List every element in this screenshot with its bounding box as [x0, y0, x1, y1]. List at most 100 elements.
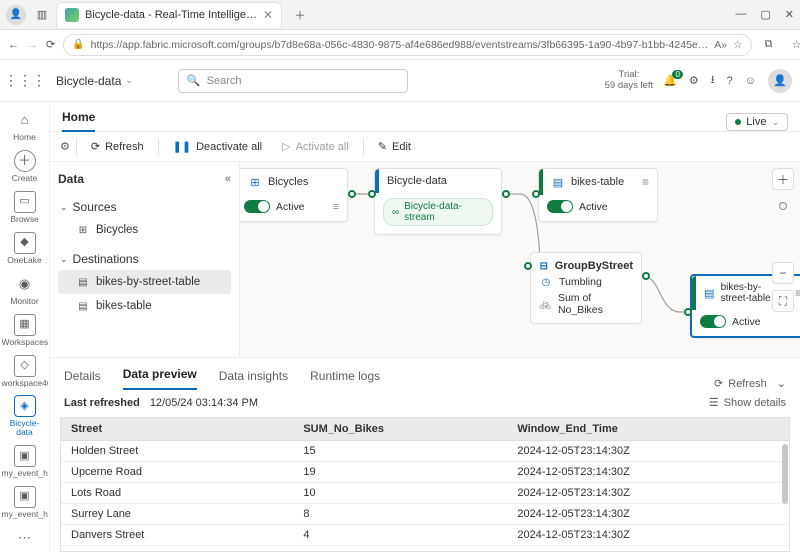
minimize-icon[interactable]: —: [735, 8, 746, 21]
app-launcher-icon[interactable]: ⋮⋮⋮: [0, 60, 50, 102]
tree-item[interactable]: ⊞Bicycles: [58, 218, 231, 242]
address-bar[interactable]: 🔒 https://app.fabric.microsoft.com/group…: [63, 34, 751, 56]
live-dot-icon: [735, 119, 741, 125]
canvas[interactable]: ⊞Bicycles Active≡ Bicycle-data ∞Bicycle-…: [240, 162, 800, 357]
table-row[interactable]: Drayton Gardens152024-12-05T23:14:30Z: [61, 546, 789, 552]
live-indicator[interactable]: Live ⌄: [726, 113, 788, 131]
table-row[interactable]: Holden Street152024-12-05T23:14:30Z: [61, 441, 789, 462]
input-port[interactable]: [524, 262, 532, 270]
fit-view-button[interactable]: ⛶: [772, 290, 794, 312]
table-cell: 2024-12-05T23:14:30Z: [507, 462, 789, 483]
destinations-section[interactable]: ⌄Destinations: [58, 248, 231, 270]
zoom-handle[interactable]: [779, 202, 787, 210]
column-header[interactable]: SUM_No_Bikes: [293, 418, 507, 441]
toggle-active[interactable]: [244, 200, 270, 213]
rail-label: Home: [13, 133, 36, 142]
zoom-in-button[interactable]: ＋: [772, 168, 794, 190]
tab-data-insights[interactable]: Data insights: [219, 369, 288, 390]
search-input[interactable]: 🔍 Search: [178, 69, 408, 93]
output-port[interactable]: [348, 190, 356, 198]
browser-profile-icon[interactable]: 👤: [6, 5, 26, 25]
reload-button[interactable]: ⟳: [46, 34, 55, 56]
tab-details[interactable]: Details: [64, 369, 101, 390]
tab-data-preview[interactable]: Data preview: [123, 367, 197, 390]
collapse-panel-icon[interactable]: «: [225, 173, 231, 185]
browser-tab[interactable]: Bicycle-data - Real-Time Intellige… ✕: [56, 2, 282, 28]
column-header[interactable]: Window_End_Time: [507, 418, 789, 441]
table-row[interactable]: Lots Road102024-12-05T23:14:30Z: [61, 483, 789, 504]
rail-item[interactable]: ◆OneLake: [1, 229, 49, 268]
refresh-preview-button[interactable]: ⟳Refresh: [714, 377, 767, 390]
show-details-button[interactable]: ☰Show details: [709, 396, 786, 409]
close-window-icon[interactable]: ✕: [785, 8, 794, 21]
favorite-icon[interactable]: ☆: [733, 39, 742, 51]
table-icon: ▤: [704, 286, 715, 300]
tree-item[interactable]: ▤bikes-by-street-table: [58, 270, 231, 294]
toggle-active[interactable]: [700, 315, 726, 328]
node-groupbystreet[interactable]: ⊟GroupByStreet ◷Tumbling 🚲Sum of No_Bike…: [530, 252, 642, 324]
toggle-active[interactable]: [547, 200, 573, 213]
aggregate-icon: 🚲: [539, 299, 552, 310]
rail-item[interactable]: ◉Monitor: [1, 270, 49, 309]
rail-item[interactable]: ◇workspace46443334: [1, 352, 49, 391]
account-avatar[interactable]: 👤: [768, 69, 792, 93]
data-panel: Data « ⌄Sources ⊞Bicycles ⌄Destinations …: [50, 162, 240, 357]
app-header: ⋮⋮⋮ Bicycle-data ⌄ 🔍 Search Trial: 59 da…: [0, 60, 800, 102]
deactivate-all-button[interactable]: ❚❚Deactivate all: [165, 137, 270, 156]
rail-item[interactable]: ▭Browse: [1, 188, 49, 227]
output-port[interactable]: [642, 272, 650, 280]
workspaces-icon[interactable]: ▥: [34, 7, 50, 23]
column-header[interactable]: Street: [61, 418, 293, 441]
sources-section[interactable]: ⌄Sources: [58, 196, 231, 218]
download-icon[interactable]: ⭳: [711, 71, 715, 90]
input-port[interactable]: [532, 190, 540, 198]
node-bikes-table[interactable]: ▤bikes-table≡ Active: [538, 168, 658, 222]
table-row[interactable]: Upcerne Road192024-12-05T23:14:30Z: [61, 462, 789, 483]
rail-item[interactable]: ▣my_event_house: [1, 483, 49, 522]
edit-button[interactable]: ✎Edit: [370, 137, 419, 156]
rail-icon: ⋯: [14, 527, 36, 549]
input-port[interactable]: [684, 308, 692, 316]
new-tab-button[interactable]: ＋: [288, 3, 312, 27]
forward-button[interactable]: →: [27, 34, 38, 56]
expand-panel-icon[interactable]: ⌄: [777, 377, 786, 390]
table-cell: Holden Street: [61, 441, 293, 462]
rail-item[interactable]: ＋Create: [1, 147, 49, 186]
read-aloud-icon[interactable]: A»: [714, 39, 727, 51]
tab-home[interactable]: Home: [62, 110, 95, 132]
stream-pill[interactable]: ∞Bicycle-data-stream: [383, 198, 493, 226]
favorites-icon[interactable]: ☆: [788, 37, 800, 53]
node-menu-icon[interactable]: ≡: [642, 175, 649, 189]
rail-item[interactable]: ⌂Home: [1, 106, 49, 145]
rail-item[interactable]: ⋯: [1, 524, 49, 552]
rail-item[interactable]: ◈Bicycle-data: [1, 392, 49, 440]
collections-icon[interactable]: ⧉: [760, 37, 778, 53]
chevron-down-icon: ⌄: [771, 117, 779, 128]
tree-item[interactable]: ▤bikes-table: [58, 294, 231, 318]
back-button[interactable]: ←: [8, 34, 19, 56]
scrollbar[interactable]: [782, 444, 788, 550]
close-tab-icon[interactable]: ✕: [263, 8, 273, 22]
table-row[interactable]: Surrey Lane82024-12-05T23:14:30Z: [61, 504, 789, 525]
breadcrumb[interactable]: Bicycle-data ⌄: [56, 74, 133, 88]
tab-runtime-logs[interactable]: Runtime logs: [310, 369, 380, 390]
node-bicycles[interactable]: ⊞Bicycles Active≡: [240, 168, 348, 222]
rail-label: Monitor: [10, 297, 38, 306]
refresh-button[interactable]: ⟳Refresh: [83, 137, 152, 156]
rail-item[interactable]: ▦Workspaces: [1, 311, 49, 350]
node-menu-icon[interactable]: ≡: [333, 201, 339, 213]
table-row[interactable]: Danvers Street42024-12-05T23:14:30Z: [61, 525, 789, 546]
node-stream[interactable]: Bicycle-data ∞Bicycle-data-stream: [374, 168, 502, 235]
feedback-icon[interactable]: ☺: [745, 75, 756, 87]
input-port[interactable]: [368, 190, 376, 198]
node-menu-icon[interactable]: ≡: [795, 286, 800, 300]
zoom-out-button[interactable]: −: [772, 262, 794, 284]
trial-status[interactable]: Trial: 59 days left: [605, 70, 654, 91]
settings-gear-icon[interactable]: ⚙: [60, 140, 70, 153]
output-port[interactable]: [502, 190, 510, 198]
notifications-button[interactable]: 🔔0: [663, 74, 677, 87]
settings-icon[interactable]: ⚙: [689, 74, 699, 87]
help-icon[interactable]: ?: [727, 75, 733, 87]
maximize-icon[interactable]: ▢: [760, 8, 770, 21]
rail-item[interactable]: ▣my_event_house: [1, 442, 49, 481]
